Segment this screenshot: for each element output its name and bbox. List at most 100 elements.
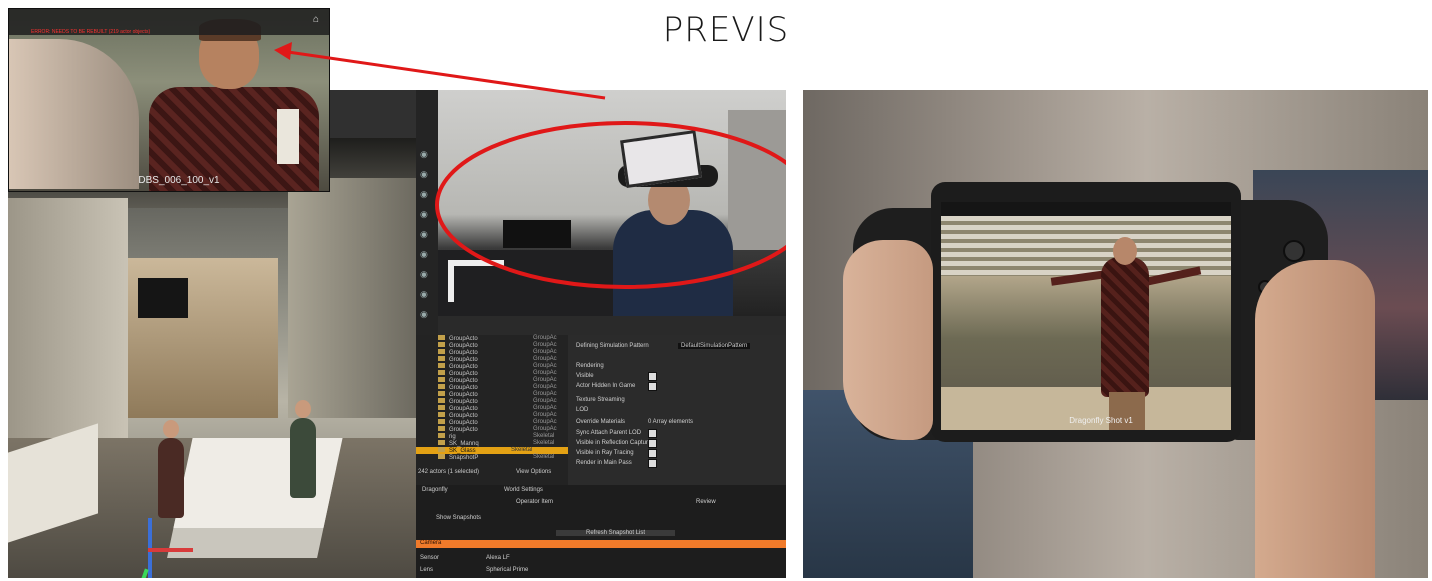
camera-section-header: Camera bbox=[416, 540, 786, 548]
list-item[interactable]: GroupActo GroupAc bbox=[438, 377, 557, 384]
character-head bbox=[163, 420, 179, 438]
list-item[interactable]: GroupActo GroupAc bbox=[438, 391, 557, 398]
eye-icon[interactable]: ◉ bbox=[420, 290, 432, 299]
group-icon bbox=[438, 447, 445, 452]
list-item[interactable]: GroupActo GroupAc bbox=[438, 405, 557, 412]
transform-gizmo-x[interactable] bbox=[148, 548, 193, 552]
sync-attach-checkbox[interactable] bbox=[648, 429, 657, 438]
tab-dragonfly[interactable]: Dragonfly bbox=[422, 487, 448, 493]
eye-icon[interactable]: ◉ bbox=[420, 210, 432, 219]
group-icon bbox=[438, 426, 445, 431]
list-item[interactable]: GroupActo GroupAc bbox=[438, 384, 557, 391]
outliner-footer: 242 actors (1 selected) bbox=[418, 469, 480, 475]
list-item[interactable]: GroupActo GroupAc bbox=[438, 342, 557, 349]
list-item[interactable]: rig Skeletal bbox=[438, 433, 554, 440]
camera-render-inset: ⌂ ERROR: NEEDS TO BE REBUILT (219 actor … bbox=[8, 8, 330, 192]
list-item[interactable]: SnapshotP Skeletal bbox=[438, 454, 554, 461]
eye-icon[interactable]: ◉ bbox=[420, 150, 432, 159]
section-rendering[interactable]: Rendering bbox=[576, 363, 604, 369]
scene-wall-right bbox=[288, 178, 416, 418]
show-snapshots-toggle[interactable]: Show Snapshots bbox=[436, 515, 481, 521]
eye-icon[interactable]: ◉ bbox=[420, 270, 432, 279]
view-options-button[interactable]: View Options bbox=[516, 469, 551, 475]
group-icon bbox=[438, 349, 445, 354]
room-tv bbox=[503, 220, 571, 248]
list-item[interactable]: GroupActo GroupAc bbox=[438, 419, 557, 426]
item-type: Skeletal bbox=[511, 447, 533, 453]
hidden-checkbox[interactable] bbox=[648, 382, 657, 391]
character-seated-left[interactable] bbox=[158, 438, 184, 518]
home-icon[interactable]: ⌂ bbox=[313, 15, 323, 25]
list-item-selected[interactable]: SK_Glass Skeletal bbox=[416, 447, 568, 454]
camera-section-label: Camera bbox=[420, 540, 442, 546]
override-materials-value: 0 Array elements bbox=[648, 419, 694, 425]
eye-icon[interactable]: ◉ bbox=[420, 310, 432, 319]
list-item[interactable]: GroupActo GroupAc bbox=[438, 356, 557, 363]
item-type: GroupAc bbox=[533, 356, 557, 362]
group-icon bbox=[438, 335, 445, 340]
column-operator: Operator Item bbox=[516, 499, 554, 505]
eye-icon[interactable]: ◉ bbox=[420, 230, 432, 239]
item-type: GroupAc bbox=[533, 405, 557, 411]
group-icon bbox=[438, 419, 445, 424]
coffee-cup bbox=[277, 109, 299, 164]
group-icon bbox=[438, 398, 445, 403]
character-seated-right[interactable] bbox=[290, 418, 316, 498]
character-head bbox=[1113, 237, 1137, 265]
thumbstick-right bbox=[1283, 240, 1305, 262]
room-door bbox=[728, 110, 786, 250]
sensor-label: Sensor bbox=[420, 555, 440, 561]
tab-world-settings[interactable]: World Settings bbox=[504, 487, 543, 493]
item-type: GroupAc bbox=[533, 342, 557, 348]
eye-icon[interactable]: ◉ bbox=[420, 190, 432, 199]
list-item[interactable]: GroupActo GroupAc bbox=[438, 412, 557, 419]
item-type: GroupAc bbox=[533, 419, 557, 425]
group-icon bbox=[438, 377, 445, 382]
character-tpose bbox=[1101, 257, 1149, 397]
visible-checkbox[interactable] bbox=[648, 372, 657, 381]
list-item[interactable]: SK_Mannq Skeletal bbox=[438, 440, 554, 447]
eye-icon[interactable]: ◉ bbox=[420, 170, 432, 179]
item-label: SnapshotP bbox=[449, 455, 479, 461]
list-item[interactable]: GroupActo GroupAc bbox=[438, 363, 557, 370]
tablet-photo: Dragonfly Shot v1 bbox=[803, 90, 1428, 578]
list-item[interactable]: GroupActo GroupAc bbox=[438, 335, 557, 342]
group-icon bbox=[438, 342, 445, 347]
section-streaming[interactable]: Texture Streaming bbox=[576, 397, 625, 403]
simulation-dropdown[interactable]: DefaultSimulationPattern bbox=[678, 343, 751, 349]
outliner-list: GroupActo GroupAc GroupActo GroupAc GroupA… bbox=[416, 335, 568, 485]
main-pass-checkbox[interactable] bbox=[648, 459, 657, 468]
shot-caption: DBS_006_100_v1 bbox=[138, 175, 220, 186]
raytracing-checkbox[interactable] bbox=[648, 449, 657, 458]
hidden-label: Actor Hidden In Game bbox=[576, 383, 636, 389]
tracking-marker bbox=[448, 260, 504, 302]
lens-dropdown[interactable]: Spherical Prime bbox=[486, 567, 528, 573]
lens-label: Lens bbox=[420, 567, 434, 573]
eye-icon[interactable]: ◉ bbox=[420, 250, 432, 259]
item-type: GroupAc bbox=[533, 349, 557, 355]
group-icon bbox=[438, 454, 445, 459]
tablet-shot-caption: Dragonfly Shot v1 bbox=[1069, 416, 1133, 425]
list-item[interactable]: GroupActo GroupAc bbox=[438, 349, 557, 356]
tablet-hud-bar bbox=[941, 202, 1231, 216]
refresh-snapshot-button[interactable]: Refresh Snapshot List bbox=[556, 530, 676, 536]
group-icon bbox=[438, 412, 445, 417]
scene-wall-left bbox=[8, 198, 128, 438]
item-type: Skeletal bbox=[533, 433, 555, 439]
section-lod[interactable]: LOD bbox=[576, 407, 588, 413]
item-type: GroupAc bbox=[533, 412, 557, 418]
sensor-dropdown[interactable]: Alexa LF bbox=[486, 555, 510, 561]
operator-body bbox=[613, 210, 733, 316]
reflection-checkbox[interactable] bbox=[648, 439, 657, 448]
group-icon bbox=[438, 433, 445, 438]
screen-blinds bbox=[941, 216, 1231, 276]
item-type: GroupAc bbox=[533, 335, 557, 341]
list-item[interactable]: GroupActo GroupAc bbox=[438, 398, 557, 405]
level-viewport[interactable] bbox=[8, 138, 416, 578]
item-type: GroupAc bbox=[533, 370, 557, 376]
list-item[interactable]: GroupActo GroupAc bbox=[438, 426, 557, 433]
tablet-screen: Dragonfly Shot v1 bbox=[941, 202, 1231, 430]
item-type: Skeletal bbox=[533, 440, 555, 446]
group-icon bbox=[438, 391, 445, 396]
list-item[interactable]: GroupActo GroupAc bbox=[438, 370, 557, 377]
